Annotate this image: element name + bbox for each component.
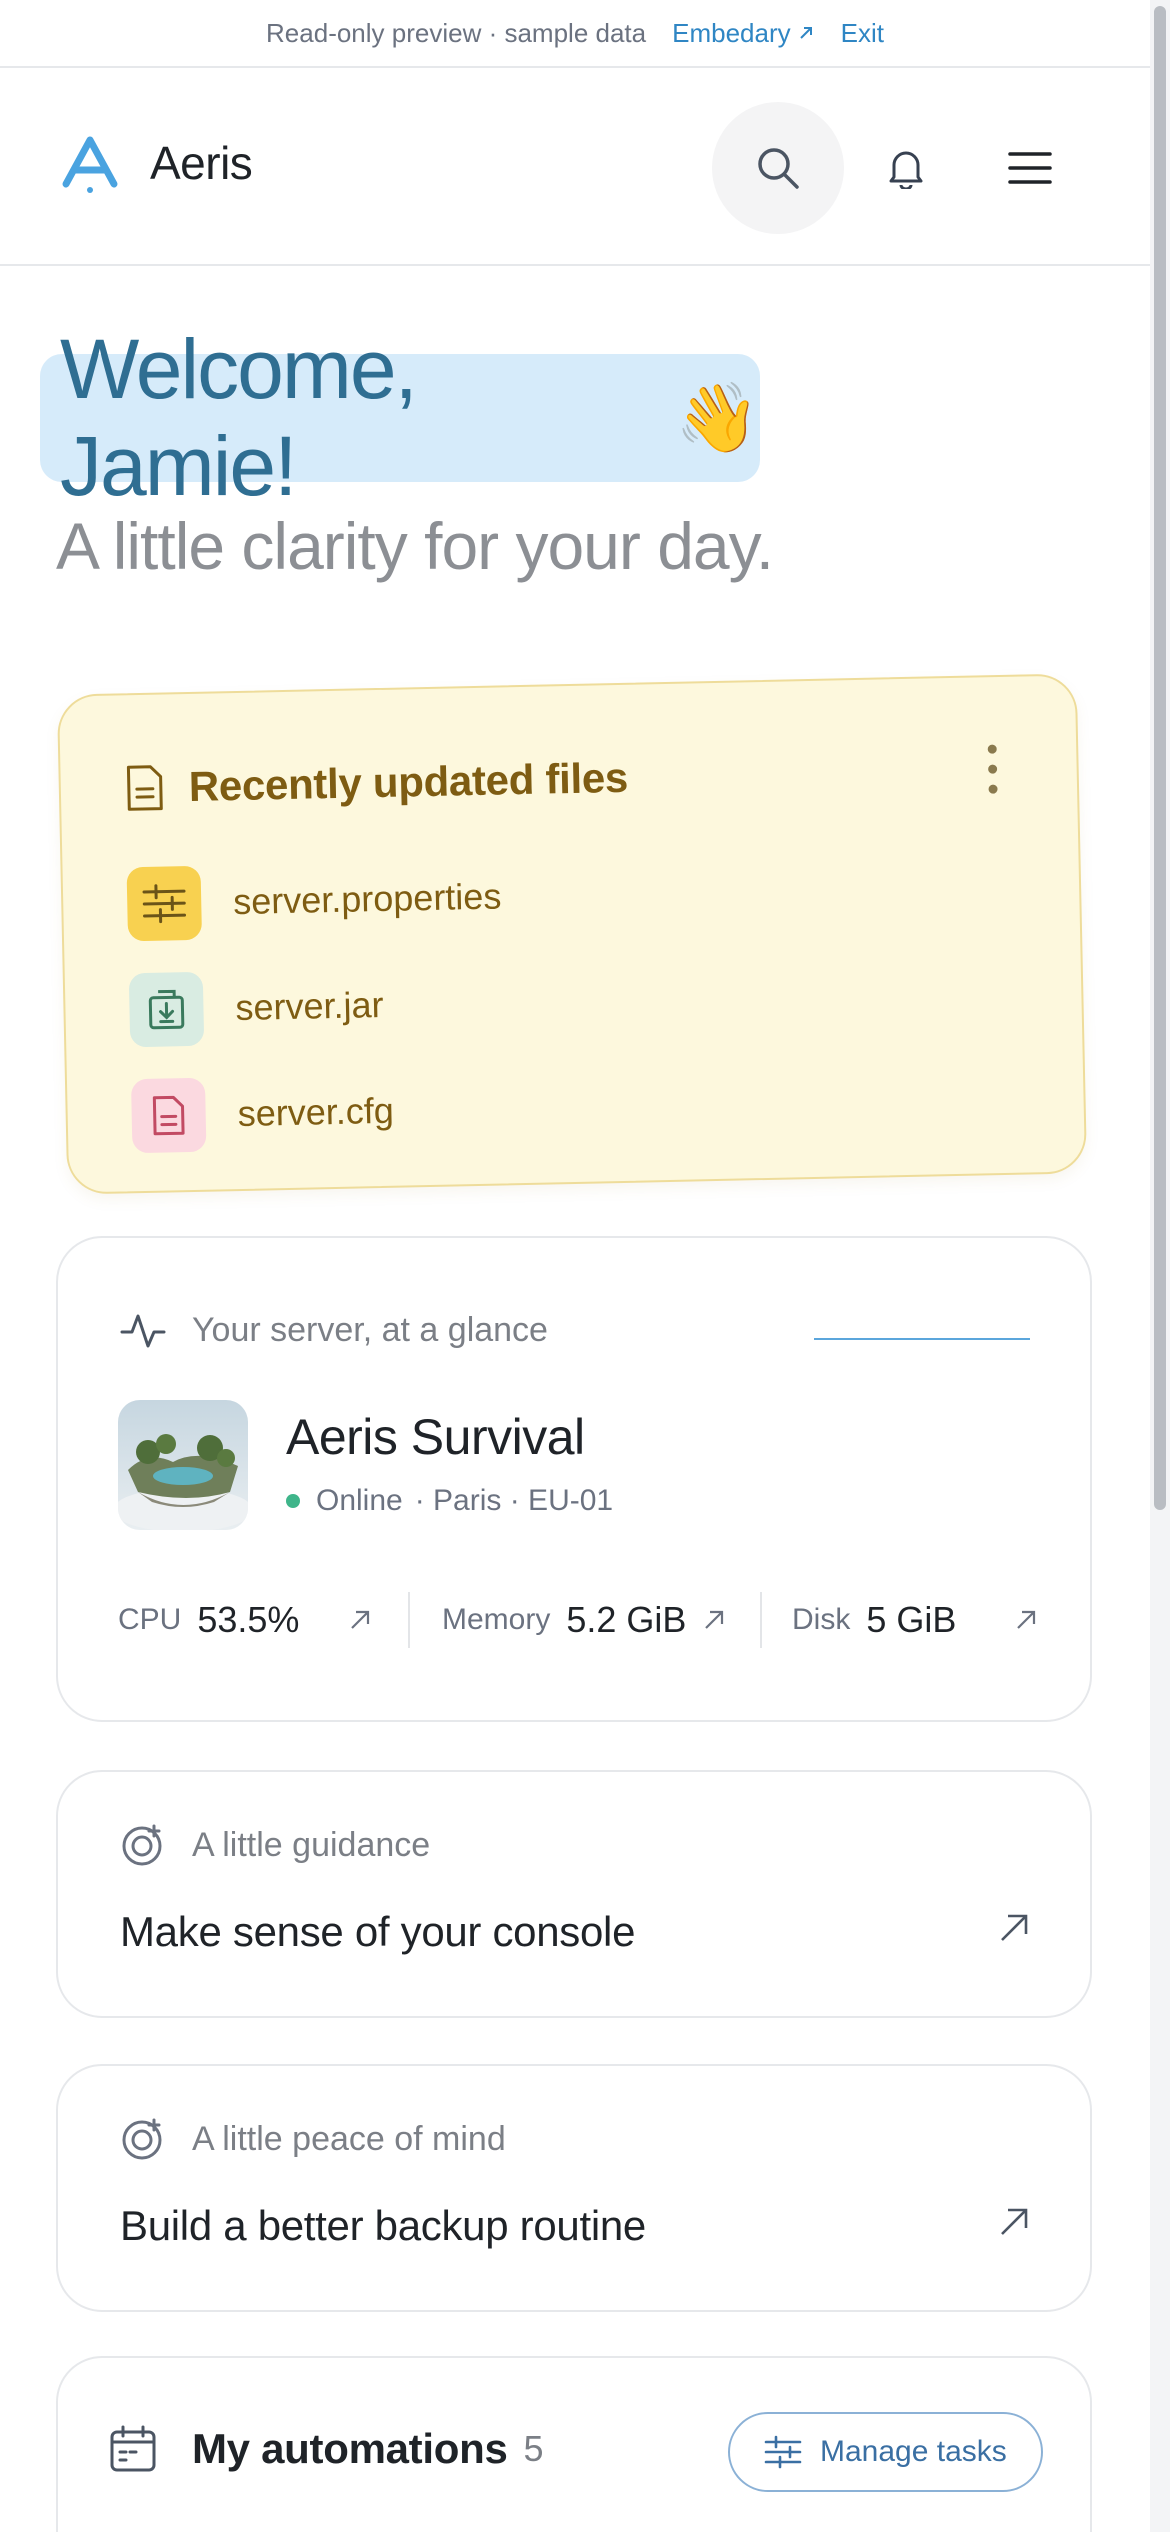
target-icon bbox=[122, 1824, 162, 1866]
file-name: server.properties bbox=[232, 875, 502, 923]
stat-cpu[interactable]: CPU 53.5% bbox=[118, 1588, 408, 1652]
server-meta: Online · Paris · EU-01 bbox=[286, 1484, 613, 1518]
server-thumbnail bbox=[118, 1400, 248, 1530]
search-icon bbox=[758, 148, 799, 189]
activity-sparkline bbox=[814, 1338, 1030, 1340]
file-icon-badge bbox=[130, 1077, 207, 1154]
stat-value: 5 GiB bbox=[866, 1599, 957, 1640]
activity-icon bbox=[120, 1314, 166, 1348]
more-options-icon[interactable] bbox=[982, 739, 1003, 799]
stat-disk[interactable]: Disk 5 GiB bbox=[762, 1588, 1038, 1652]
aeris-logo-icon bbox=[62, 136, 118, 193]
arrow-up-right-icon bbox=[1017, 1610, 1036, 1629]
guide-eyebrow-label: A little guidance bbox=[192, 1825, 431, 1864]
server-status: Online bbox=[316, 1484, 403, 1517]
file-item[interactable]: server.cfg bbox=[130, 1074, 395, 1154]
arrow-up-right-icon bbox=[351, 1610, 370, 1629]
brand-name: Aeris bbox=[150, 137, 253, 189]
welcome-banner: Welcome, Jamie! 👋 bbox=[40, 322, 760, 513]
server-overview-card: Your server, at a glance Aeris Survival … bbox=[56, 1236, 1092, 1722]
guide-eyebrow-label: A little peace of mind bbox=[192, 2119, 506, 2158]
file-icon-badge bbox=[126, 865, 203, 942]
manage-tasks-button[interactable]: Manage tasks bbox=[728, 2412, 1043, 2492]
automations-header: My automations 5 bbox=[108, 2424, 544, 2474]
server-eyebrow: Your server, at a glance bbox=[120, 1310, 548, 1350]
welcome-greeting: Welcome, Jamie! bbox=[60, 322, 418, 513]
waving-hand-emoji: 👋 bbox=[675, 380, 760, 456]
target-icon bbox=[122, 2118, 162, 2160]
file-name: server.cfg bbox=[237, 1089, 395, 1135]
stat-label: Memory bbox=[442, 1603, 551, 1636]
arrow-up-right-icon bbox=[705, 1610, 724, 1629]
file-item[interactable]: server.properties bbox=[126, 859, 503, 942]
recent-files-card: Recently updated files server.properties… bbox=[56, 673, 1088, 1195]
stat-label: CPU bbox=[118, 1603, 182, 1636]
server-name: Aeris Survival bbox=[286, 1409, 585, 1465]
exit-link[interactable]: Exit bbox=[841, 18, 884, 49]
document-icon bbox=[152, 1095, 185, 1136]
page-scrollbar[interactable] bbox=[1150, 0, 1170, 2532]
stat-value: 5.2 GiB bbox=[566, 1599, 687, 1640]
stat-label: Disk bbox=[792, 1603, 851, 1636]
search-button[interactable] bbox=[712, 102, 844, 234]
embedary-link[interactable]: Embedary bbox=[672, 18, 815, 49]
recent-files-title: Recently updated files bbox=[188, 753, 629, 810]
arrow-up-right-icon bbox=[1001, 1914, 1028, 1941]
automations-title: My automations bbox=[192, 2425, 508, 2472]
online-status-dot bbox=[286, 1494, 300, 1508]
server-location: · Paris · EU-01 bbox=[414, 1484, 614, 1517]
automations-card: My automations 5 Manage tasks bbox=[56, 2356, 1092, 2532]
guide-eyebrow: A little guidance bbox=[120, 1822, 430, 1868]
scrollbar-thumb[interactable] bbox=[1154, 6, 1166, 1510]
stat-memory[interactable]: Memory 5.2 GiB bbox=[410, 1588, 760, 1652]
app-header: Aeris bbox=[0, 70, 1150, 266]
automations-count: 5 bbox=[523, 2428, 544, 2469]
guide-eyebrow: A little peace of mind bbox=[120, 2116, 506, 2162]
sliders-icon bbox=[764, 2435, 802, 2469]
calendar-icon bbox=[110, 2425, 156, 2472]
welcome-subtitle: A little clarity for your day. bbox=[56, 509, 774, 583]
server-stats: CPU 53.5% Memory 5.2 GiB Disk 5 GiB bbox=[118, 1588, 1038, 1652]
server-eyebrow-label: Your server, at a glance bbox=[192, 1310, 548, 1349]
archive-icon bbox=[148, 989, 185, 1030]
stat-value: 53.5% bbox=[197, 1599, 300, 1640]
file-icon-badge bbox=[128, 971, 205, 1048]
notifications-button[interactable] bbox=[862, 124, 950, 212]
file-icon bbox=[126, 765, 163, 811]
preview-text: Read-only preview · sample data bbox=[266, 17, 647, 48]
guide-title: Make sense of your console bbox=[120, 1908, 636, 1955]
arrow-up-right-icon bbox=[1001, 2208, 1028, 2235]
guide-card-backup[interactable]: A little peace of mind Build a better ba… bbox=[56, 2064, 1092, 2312]
sliders-icon bbox=[142, 884, 187, 924]
manage-tasks-label: Manage tasks bbox=[820, 2435, 1007, 2468]
guide-title: Build a better backup routine bbox=[120, 2202, 646, 2249]
menu-button[interactable] bbox=[986, 124, 1074, 212]
file-item[interactable]: server.jar bbox=[128, 968, 385, 1048]
preview-banner: Read-only preview · sample data Embedary… bbox=[0, 0, 1150, 68]
menu-icon bbox=[1008, 152, 1052, 184]
bell-icon bbox=[889, 151, 923, 189]
file-name: server.jar bbox=[235, 983, 384, 1029]
external-link-icon bbox=[799, 27, 812, 39]
guide-card-console[interactable]: A little guidance Make sense of your con… bbox=[56, 1770, 1092, 2018]
